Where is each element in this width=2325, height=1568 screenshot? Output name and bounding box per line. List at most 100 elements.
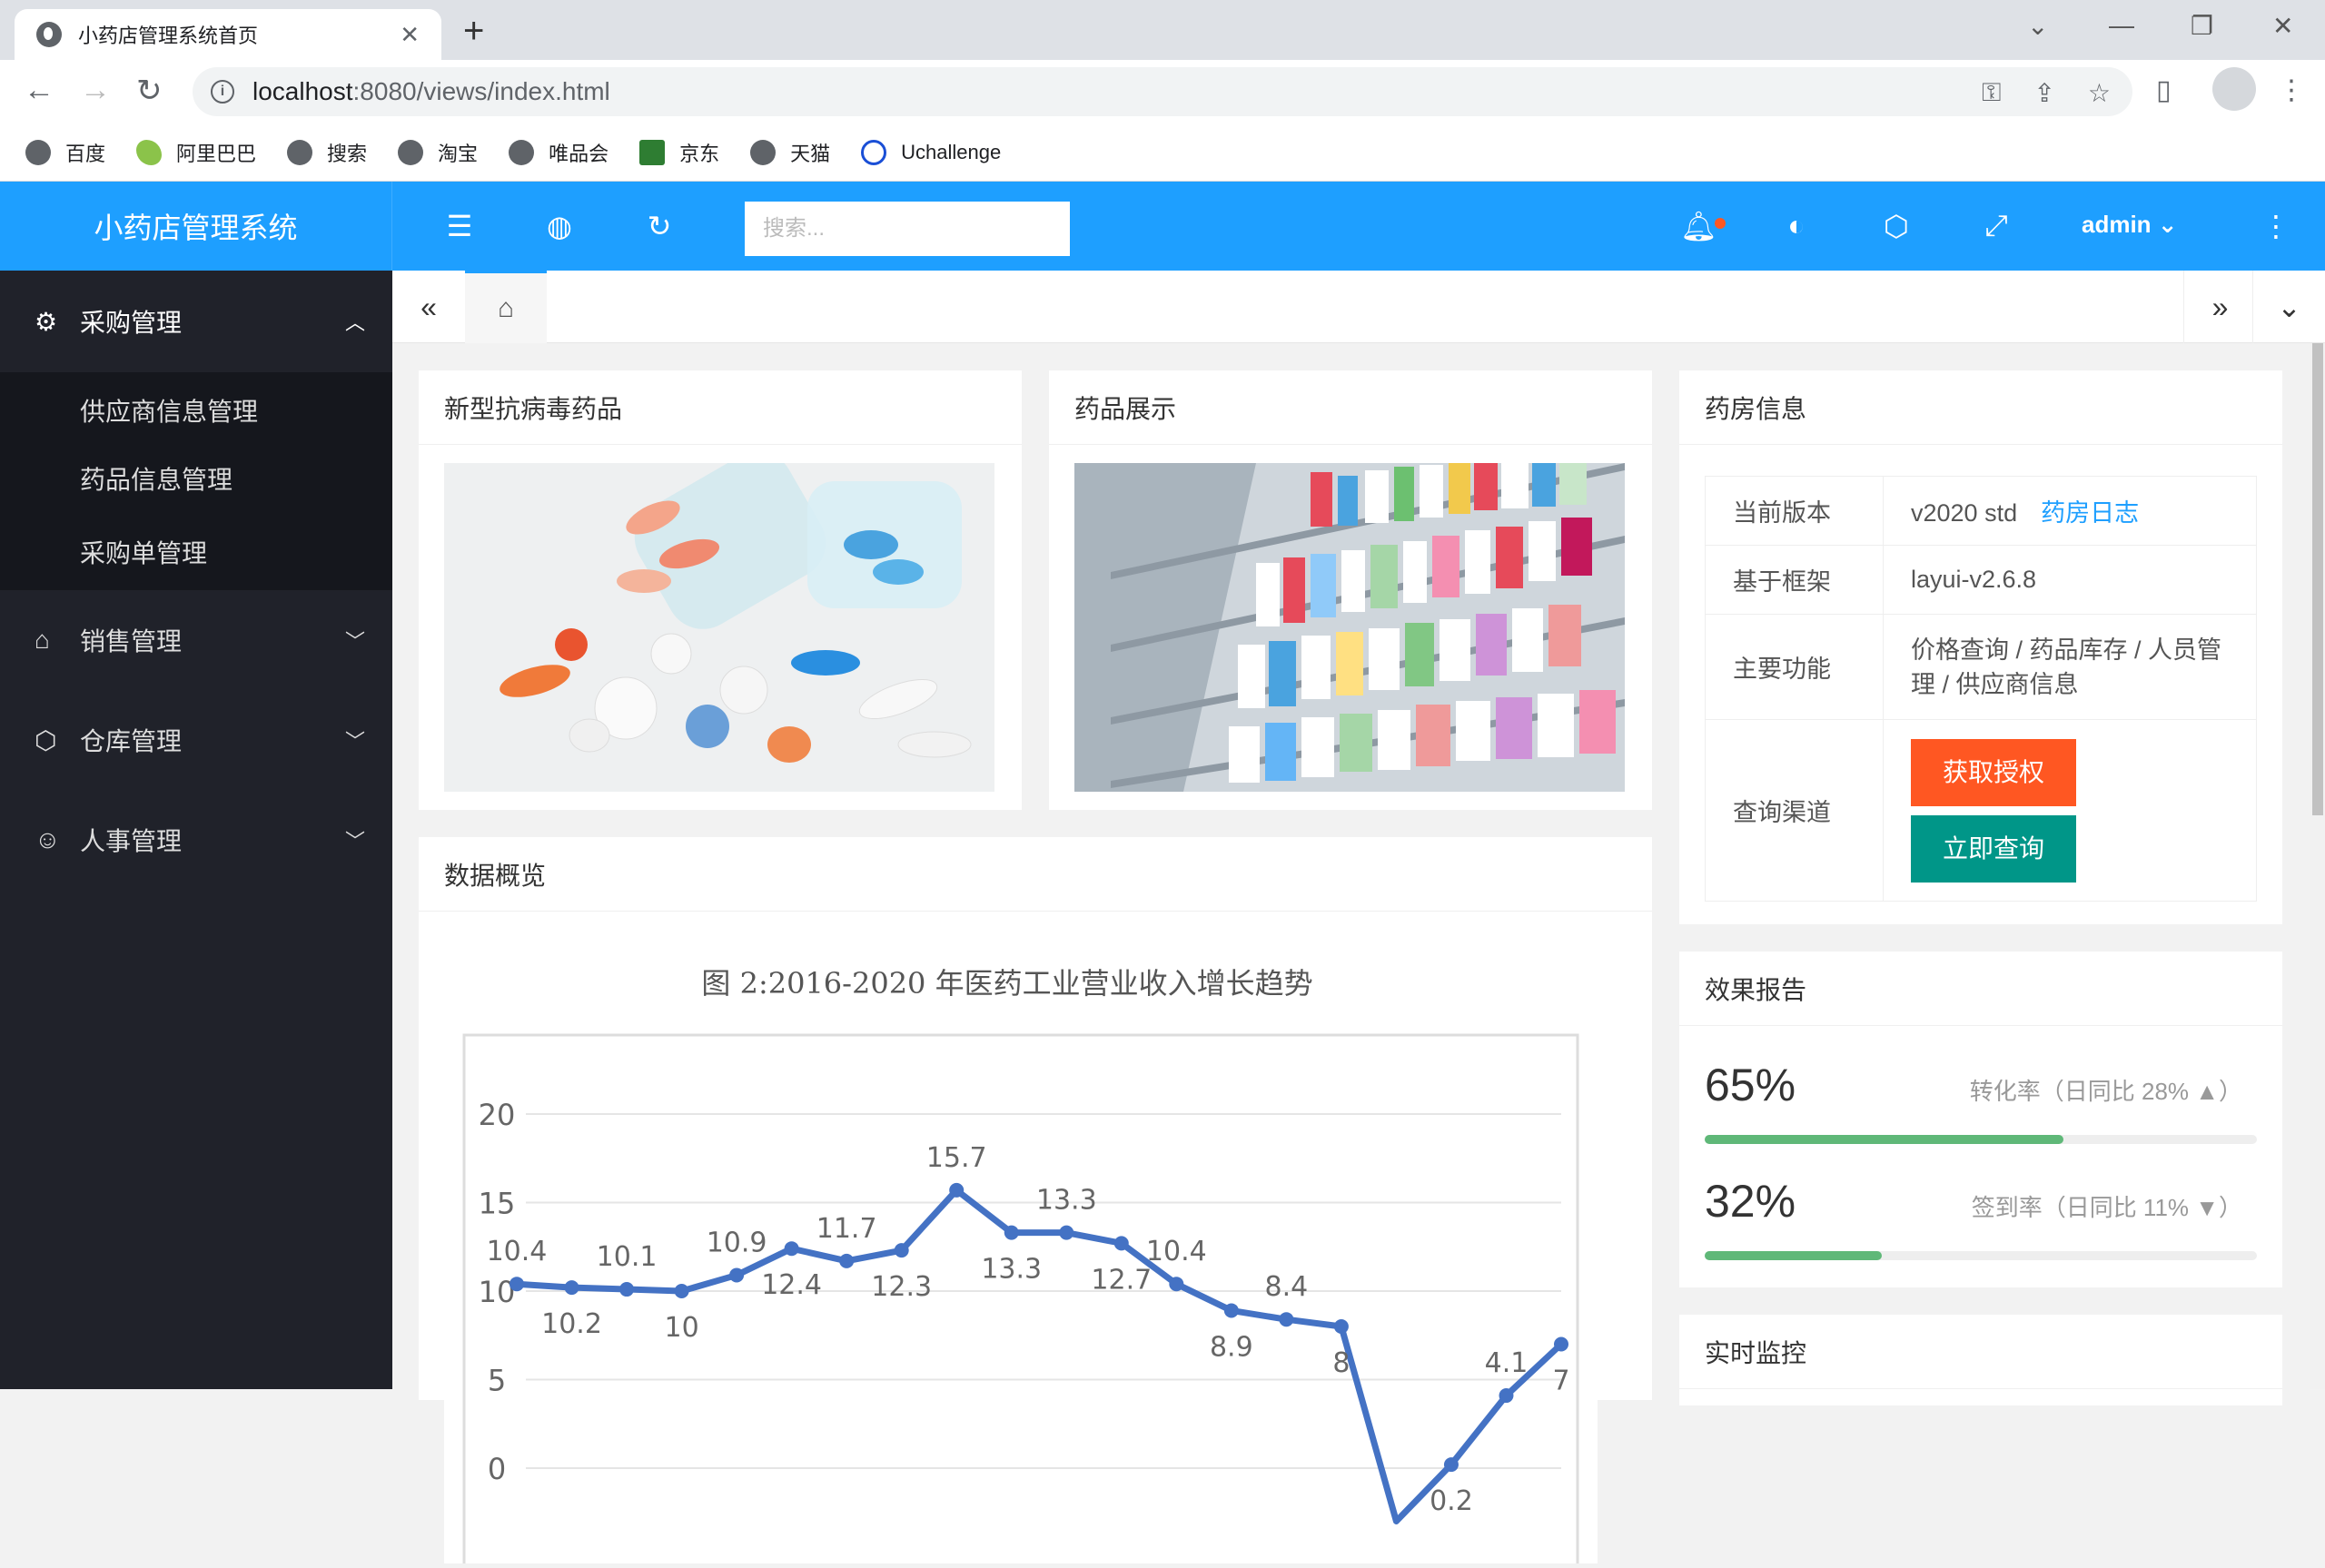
- card-realtime-monitor: 实时监控: [1679, 1315, 2282, 1405]
- sidebar-group-warehouse[interactable]: ⬡ 仓库管理 ﹀: [0, 690, 392, 790]
- bookmark-item[interactable]: Uchallenge: [861, 139, 1002, 165]
- theme-icon[interactable]: ◐: [1778, 209, 1815, 242]
- chart-point: [1499, 1388, 1514, 1404]
- label-channel: 查询渠道: [1705, 719, 1884, 902]
- side-panel-icon[interactable]: ▯: [2156, 74, 2172, 106]
- version-text: v2020 std: [1911, 499, 2018, 527]
- star-icon[interactable]: ☆: [2088, 78, 2111, 108]
- scroll-right-icon[interactable]: »: [2183, 271, 2256, 343]
- share-icon[interactable]: ⇪: [2033, 78, 2054, 108]
- bell-icon[interactable]: 🔔︎: [1680, 209, 1717, 243]
- scrollbar-thumb[interactable]: [2312, 343, 2323, 815]
- bookmarks-bar: 百度 阿里巴巴 搜索 淘宝 唯品会 京东 天猫 Uchallenge: [0, 123, 2325, 182]
- browser-tab[interactable]: 小药店管理系统首页 ✕: [15, 9, 441, 60]
- sidebar-group-label: 销售管理: [80, 627, 183, 656]
- chart-data-label: 8.4: [1265, 1271, 1309, 1303]
- sidebar-group-sales[interactable]: ⌂ 销售管理 ﹀: [0, 590, 392, 690]
- new-tab-button[interactable]: +: [463, 11, 484, 52]
- card-new-drugs: 新型抗病毒药品: [419, 370, 1022, 810]
- minimize-button[interactable]: —: [2109, 11, 2134, 40]
- tab-title: 小药店管理系统首页: [78, 25, 259, 47]
- chevron-up-icon: ︿: [344, 311, 365, 334]
- pharmacy-shelves-image: [1074, 463, 1625, 792]
- bookmark-item[interactable]: 淘宝: [398, 138, 478, 167]
- conversion-label: 转化率（日同比 28% ▲）: [1969, 1078, 2242, 1105]
- chart-point: [1554, 1336, 1568, 1352]
- bookmark-item[interactable]: 京东: [639, 138, 719, 167]
- chart-data-label: 13.3: [1036, 1185, 1097, 1217]
- menu-toggle-icon[interactable]: ☰: [441, 209, 478, 243]
- user-menu[interactable]: admin ⌄: [2082, 211, 2178, 239]
- refresh-icon[interactable]: ↻: [641, 209, 678, 243]
- sidebar-item-drug-info[interactable]: 药品信息管理: [0, 443, 392, 514]
- bookmark-item[interactable]: 搜索: [287, 138, 367, 167]
- value-framework: layui-v2.6.8: [1883, 545, 2257, 615]
- tab-search-icon[interactable]: ⌄: [2027, 11, 2048, 41]
- chart-point: [839, 1253, 855, 1268]
- omnibox-actions: ⚿ ⇪ ☆: [1982, 78, 2111, 108]
- card-title: 数据概览: [419, 837, 1652, 912]
- card-data-overview: 数据概览 图 2:2016-2020 年医药工业营业收入增长趋势 20 15 10 5…: [419, 837, 1652, 1568]
- search-input[interactable]: [745, 202, 1070, 256]
- bookmark-item[interactable]: 阿里巴巴: [136, 138, 256, 167]
- chart-title: 图 2:2016-2020 年医药工业营业收入增长趋势: [701, 966, 1312, 1001]
- bookmark-label: Uchallenge: [901, 140, 1002, 163]
- bookmark-label: 淘宝: [438, 142, 479, 165]
- profile-avatar[interactable]: [2212, 67, 2256, 111]
- chart-point: [1333, 1319, 1349, 1334]
- browser-menu-icon[interactable]: ⋮: [2278, 74, 2305, 106]
- globe-icon: [36, 22, 62, 47]
- tab-home[interactable]: ⌂: [465, 271, 547, 343]
- page-tabs-bar: « ⌂ » ⌄: [392, 271, 2325, 343]
- chevron-down-icon: ﹀: [344, 830, 365, 853]
- key-icon[interactable]: ⚿: [1982, 78, 2001, 108]
- table-row: 基于框架 layui-v2.6.8: [1705, 545, 2257, 615]
- forward-button[interactable]: →: [80, 73, 111, 108]
- value-version: v2020 std 药房日志: [1883, 476, 2257, 546]
- sidebar-submenu: 供应商信息管理 药品信息管理 采购单管理: [0, 372, 392, 590]
- chart-data-label: 12.7: [1091, 1264, 1152, 1296]
- card-pharmacy-info: 药房信息 当前版本 v2020 std 药房日志 基于框架 layui-v2.6.…: [1679, 370, 2282, 924]
- pharmacy-log-link[interactable]: 药房日志: [2041, 499, 2139, 527]
- signin-progress-fill: [1705, 1251, 1882, 1260]
- sidebar: ⚙ 采购管理 ︿ 供应商信息管理 药品信息管理 采购单管理 ⌂ 销售管理 ﹀ ⬡…: [0, 271, 392, 1389]
- chart-data-label: 12.3: [871, 1271, 932, 1303]
- conversion-value: 65%: [1705, 1060, 1796, 1110]
- back-button[interactable]: ←: [24, 73, 54, 108]
- sidebar-item-supplier[interactable]: 供应商信息管理: [0, 372, 392, 443]
- close-tab-icon[interactable]: ✕: [400, 21, 420, 49]
- sidebar-group-label: 采购管理: [80, 309, 183, 337]
- bookmark-item[interactable]: 百度: [25, 138, 105, 167]
- address-bar[interactable]: i localhost:8080/views/index.html ⚿ ⇪ ☆: [193, 67, 2132, 116]
- get-license-button[interactable]: 获取授权: [1911, 738, 2076, 806]
- signin-metric: 32% 签到率（日同比 11% ▼）: [1705, 1175, 2257, 1260]
- scroll-left-icon[interactable]: «: [392, 271, 465, 343]
- browser-chrome: 小药店管理系统首页 ✕ + ⌄ — ❐ ✕ ← → ↻ i localhost:…: [0, 0, 2325, 182]
- globe-icon[interactable]: ◍: [541, 209, 578, 243]
- chart-y-tick-label: 0: [488, 1452, 506, 1486]
- bookmark-label: 天猫: [790, 142, 831, 165]
- sidebar-item-purchase-order[interactable]: 采购单管理: [0, 514, 392, 590]
- tag-icon[interactable]: ⬡: [1878, 209, 1914, 243]
- reload-button[interactable]: ↻: [136, 73, 163, 109]
- tab-menu-chevron-icon[interactable]: ⌄: [2252, 271, 2325, 343]
- site-info-icon[interactable]: i: [211, 80, 234, 104]
- query-now-button[interactable]: 立即查询: [1911, 814, 2076, 883]
- bookmark-label: 搜索: [327, 142, 368, 165]
- sidebar-group-purchase[interactable]: ⚙ 采购管理 ︿: [0, 271, 392, 372]
- chart-point: [674, 1284, 689, 1298]
- close-window-button[interactable]: ✕: [2272, 11, 2293, 41]
- page-scrollbar[interactable]: [2310, 343, 2325, 1389]
- signin-progress: [1705, 1251, 2257, 1260]
- signin-value: 32%: [1705, 1176, 1796, 1227]
- bookmark-item[interactable]: 天猫: [750, 138, 830, 167]
- chart-y-tick-label: 10: [479, 1275, 516, 1309]
- chart-data-label: 13.3: [981, 1254, 1042, 1286]
- restore-button[interactable]: ❐: [2191, 11, 2213, 41]
- more-icon[interactable]: ⋮: [2258, 209, 2294, 243]
- chart-y-tick-label: 5: [488, 1364, 506, 1398]
- chart-point: [729, 1267, 745, 1283]
- fullscreen-icon[interactable]: ⤢: [1978, 209, 2014, 243]
- bookmark-item[interactable]: 唯品会: [509, 138, 608, 167]
- sidebar-group-hr[interactable]: ☺ 人事管理 ﹀: [0, 790, 392, 890]
